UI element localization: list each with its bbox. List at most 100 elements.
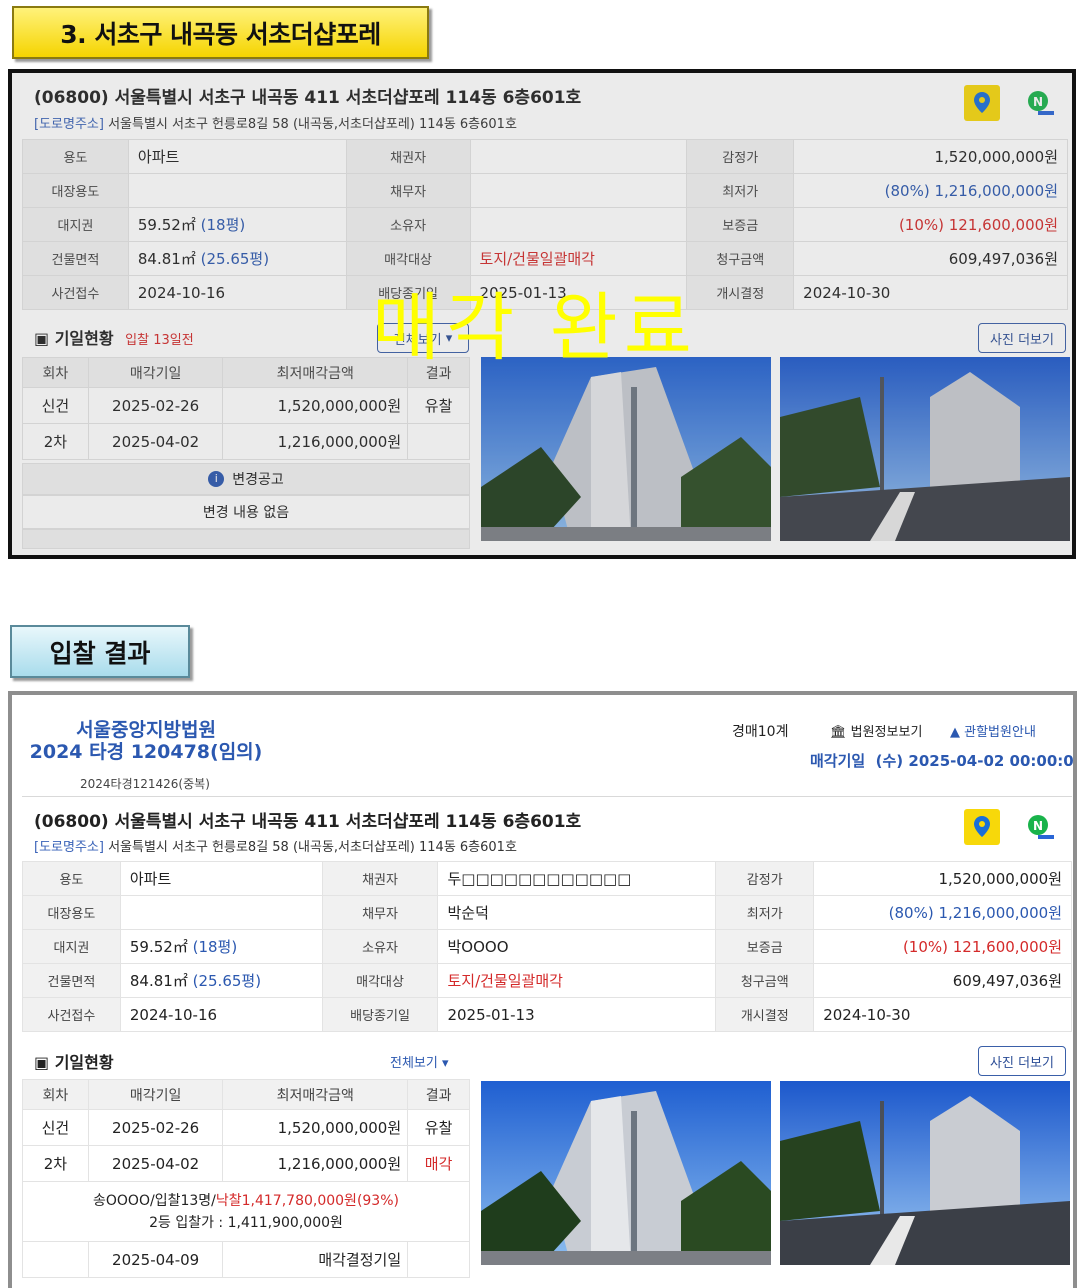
court-info-label: 법원정보보기 <box>850 725 923 740</box>
label-appraisal: 감정가 <box>686 139 795 174</box>
value-min-price: (80%) 1,216,000,000원 <box>813 895 1072 930</box>
naver-map-icon[interactable]: N <box>1022 85 1058 121</box>
sold-overlay-text: 매각 완료 <box>372 285 698 371</box>
value-land-right: 59.52㎡ (18평) <box>127 207 347 242</box>
schedule-title: 기일현황 <box>54 329 114 348</box>
court-header: 서울중앙지방법원 2024 타경 120478(임의) <box>12 719 280 763</box>
road-address: [도로명주소] 서울특별시 서초구 헌릉로8길 58 (내곡동,서초더샵포레) … <box>34 113 517 132</box>
divider <box>22 796 1072 797</box>
land-area: 59.52㎡ <box>129 938 188 956</box>
division: 경매10계 <box>732 724 789 740</box>
schedule-title: 기일현황 <box>54 1053 114 1072</box>
table-row: 신건 2025-02-26 1,520,000,000원 유찰 <box>22 1109 470 1146</box>
view-all-link[interactable]: 전체보기 ▾ <box>390 1052 449 1071</box>
building-area: 84.81㎡ <box>129 972 188 990</box>
property-photo-1[interactable] <box>481 357 771 541</box>
value-deposit: (10%) 121,600,000원 <box>813 929 1072 964</box>
svg-text:N: N <box>1033 819 1043 833</box>
section-title-banner: 입찰 결과 <box>10 625 190 678</box>
label-sale-target: 매각대상 <box>321 963 439 998</box>
value-owner <box>469 207 688 242</box>
jurisdiction-link[interactable]: ▲ 관할법원안내 <box>950 721 1036 740</box>
cell-date: 2025-04-02 <box>87 423 224 460</box>
building-area: 84.81㎡ <box>137 250 196 268</box>
cell-price: 1,216,000,000원 <box>222 1145 409 1182</box>
bank-icon: 🏛 <box>830 725 847 740</box>
info-icon: i <box>208 471 225 487</box>
value-deposit: (10%) 121,600,000원 <box>793 207 1068 242</box>
value-register-usage <box>127 173 347 208</box>
value-register-usage <box>119 895 323 930</box>
road-address-tag[interactable]: [도로명주소] <box>34 840 104 855</box>
court-info-link[interactable]: 🏛 법원정보보기 <box>830 721 922 740</box>
value-owner: 박OOOO <box>437 929 717 964</box>
section-title-banner: 3. 서초구 내곡동 서초더샵포레 <box>12 6 429 59</box>
label-deposit: 보증금 <box>715 929 815 964</box>
land-pyeong: (18평) <box>200 216 246 234</box>
value-case-received: 2024-10-16 <box>127 275 347 310</box>
value-min-price: (80%) 1,216,000,000원 <box>793 173 1068 208</box>
cell-result <box>407 423 470 460</box>
cell-date: 2025-02-26 <box>87 387 224 424</box>
value-land-right: 59.52㎡ (18평) <box>119 929 323 964</box>
property-photo-1[interactable] <box>481 1081 771 1265</box>
naver-map-icon[interactable]: N <box>1022 809 1058 845</box>
value-debtor <box>469 173 688 208</box>
label-case-received: 사건접수 <box>22 275 129 310</box>
table-row: 대지권 59.52㎡ (18평) 소유자 보증금 (10%) 121,600,0… <box>22 207 1068 242</box>
col-date: 매각기일 <box>87 357 224 388</box>
court-name: 서울중앙지방법원 <box>76 719 216 741</box>
value-usage: 아파트 <box>127 139 347 174</box>
value-start-decision: 2024-10-30 <box>813 997 1072 1032</box>
value-sale-target: 토지/건물일괄매각 <box>437 963 717 998</box>
property-photo-2[interactable] <box>780 1081 1070 1265</box>
label-debtor: 채무자 <box>345 173 471 208</box>
table-row: 대장용도 채무자 최저가 (80%) 1,216,000,000원 <box>22 173 1068 208</box>
cell-decision-label: 매각결정기일 <box>222 1241 409 1278</box>
property-photo-2[interactable] <box>780 357 1070 541</box>
label-building-area: 건물면적 <box>22 963 121 998</box>
road-address-tag[interactable]: [도로명주소] <box>34 117 104 132</box>
label-claim: 청구금액 <box>715 963 815 998</box>
more-photos-button[interactable]: 사진 더보기 <box>978 323 1066 353</box>
cell-round: 2차 <box>22 423 89 460</box>
label-deposit: 보증금 <box>686 207 795 242</box>
chevron-down-icon: ▾ <box>441 1056 449 1071</box>
auction-card-completed: (06800) 서울특별시 서초구 내곡동 411 서초더샵포레 114동 6층… <box>8 69 1076 559</box>
cell-price: 1,216,000,000원 <box>222 423 409 460</box>
table-row: 용도 아파트 채권자 감정가 1,520,000,000원 <box>22 139 1068 174</box>
table-row: 2차 2025-04-02 1,216,000,000원 <box>22 423 470 460</box>
schedule-heading: ▣ 기일현황 <box>34 1049 114 1073</box>
svg-text:N: N <box>1033 95 1043 109</box>
section-title: 3. 서초구 내곡동 서초더샵포레 <box>60 19 381 49</box>
winner-cell: 송OOOO/입찰13명/낙찰1,417,780,000원(93%) 2등 입찰가… <box>22 1181 470 1242</box>
schedule-heading: ▣ 기일현황 입찰 13일전 <box>34 325 194 349</box>
label-creditor: 채권자 <box>345 139 471 174</box>
jurisdiction-label: 관할법원안내 <box>964 725 1036 740</box>
label-owner: 소유자 <box>321 929 439 964</box>
land-area: 59.52㎡ <box>137 216 196 234</box>
label-building-area: 건물면적 <box>22 241 129 276</box>
col-date: 매각기일 <box>87 1079 224 1110</box>
cell-date: 2025-04-09 <box>87 1241 224 1278</box>
land-pyeong: (18평) <box>192 938 238 956</box>
calendar-icon: ▣ <box>34 329 50 348</box>
calendar-icon: ▣ <box>34 1053 50 1072</box>
value-appraisal: 1,520,000,000원 <box>813 861 1072 896</box>
label-creditor: 채권자 <box>321 861 439 896</box>
view-all-label: 전체보기 <box>390 1056 438 1071</box>
value-appraisal: 1,520,000,000원 <box>793 139 1068 174</box>
cell-round: 2차 <box>22 1145 89 1182</box>
notice-title: 변경공고 <box>232 472 284 488</box>
section-title: 입찰 결과 <box>49 638 151 668</box>
label-register-usage: 대장용도 <box>22 173 129 208</box>
table-row: 건물면적 84.81㎡ (25.65평) 매각대상 토지/건물일괄매각 청구금액… <box>22 963 1072 998</box>
label-land-right: 대지권 <box>22 207 129 242</box>
kakao-map-icon[interactable] <box>964 809 1000 845</box>
cell-date: 2025-04-02 <box>87 1145 224 1182</box>
kakao-map-icon[interactable] <box>964 85 1000 121</box>
more-photos-button[interactable]: 사진 더보기 <box>978 1046 1066 1076</box>
value-dividend-deadline: 2025-01-13 <box>437 997 717 1032</box>
winner-line: 송OOOO/입찰13명/낙찰1,417,780,000원(93%) <box>29 1190 463 1212</box>
dday-badge: 입찰 13일전 <box>125 333 194 348</box>
